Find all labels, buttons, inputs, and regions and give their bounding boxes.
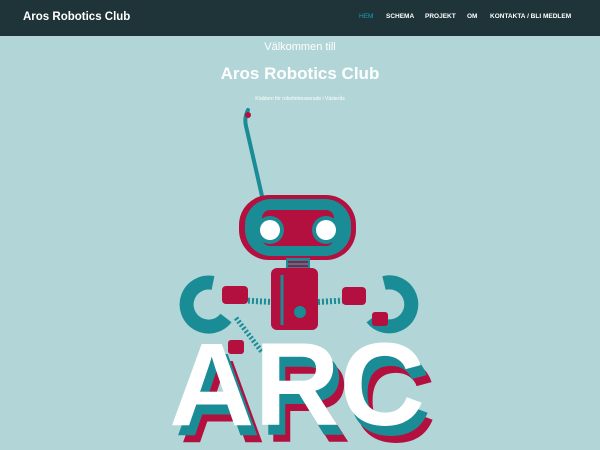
arc-logo-letters: ARC ARC ARC: [169, 319, 436, 450]
robot-antenna: [243, 108, 264, 198]
arc-letters-main: ARC: [169, 319, 425, 450]
robot-head: [239, 195, 356, 260]
robot-logo-illustration: ARC ARC ARC: [169, 108, 436, 450]
